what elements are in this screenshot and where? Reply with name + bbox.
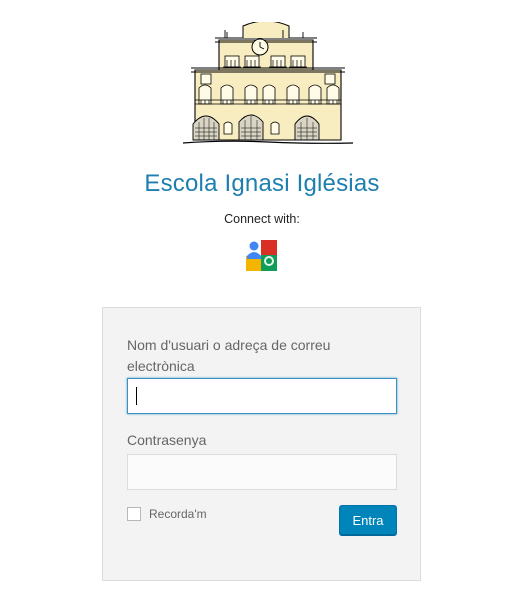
connect-with-label: Connect with:	[224, 212, 300, 226]
remember-me-option[interactable]: Recorda'm	[127, 507, 207, 521]
text-caret	[136, 387, 137, 405]
password-label: Contrasenya	[127, 432, 207, 448]
login-form: Nom d'usuari o adreça de correu electròn…	[102, 307, 421, 581]
password-input[interactable]	[127, 454, 397, 490]
school-logo-link[interactable]	[182, 20, 354, 150]
site-title-link[interactable]: Escola Ignasi Iglésias	[0, 170, 508, 198]
google-icon	[245, 239, 278, 272]
login-submit-button[interactable]: Entra	[339, 505, 397, 535]
username-label: Nom d'usuari o adreça de correu electròn…	[127, 337, 331, 374]
username-input[interactable]	[127, 378, 397, 414]
login-page: Escola Ignasi Iglésias Connect with: Nom…	[0, 0, 508, 603]
google-login-button[interactable]	[245, 239, 278, 272]
remember-me-label: Recorda'm	[149, 507, 207, 521]
remember-me-checkbox[interactable]	[127, 507, 141, 521]
school-building-logo	[182, 20, 354, 144]
